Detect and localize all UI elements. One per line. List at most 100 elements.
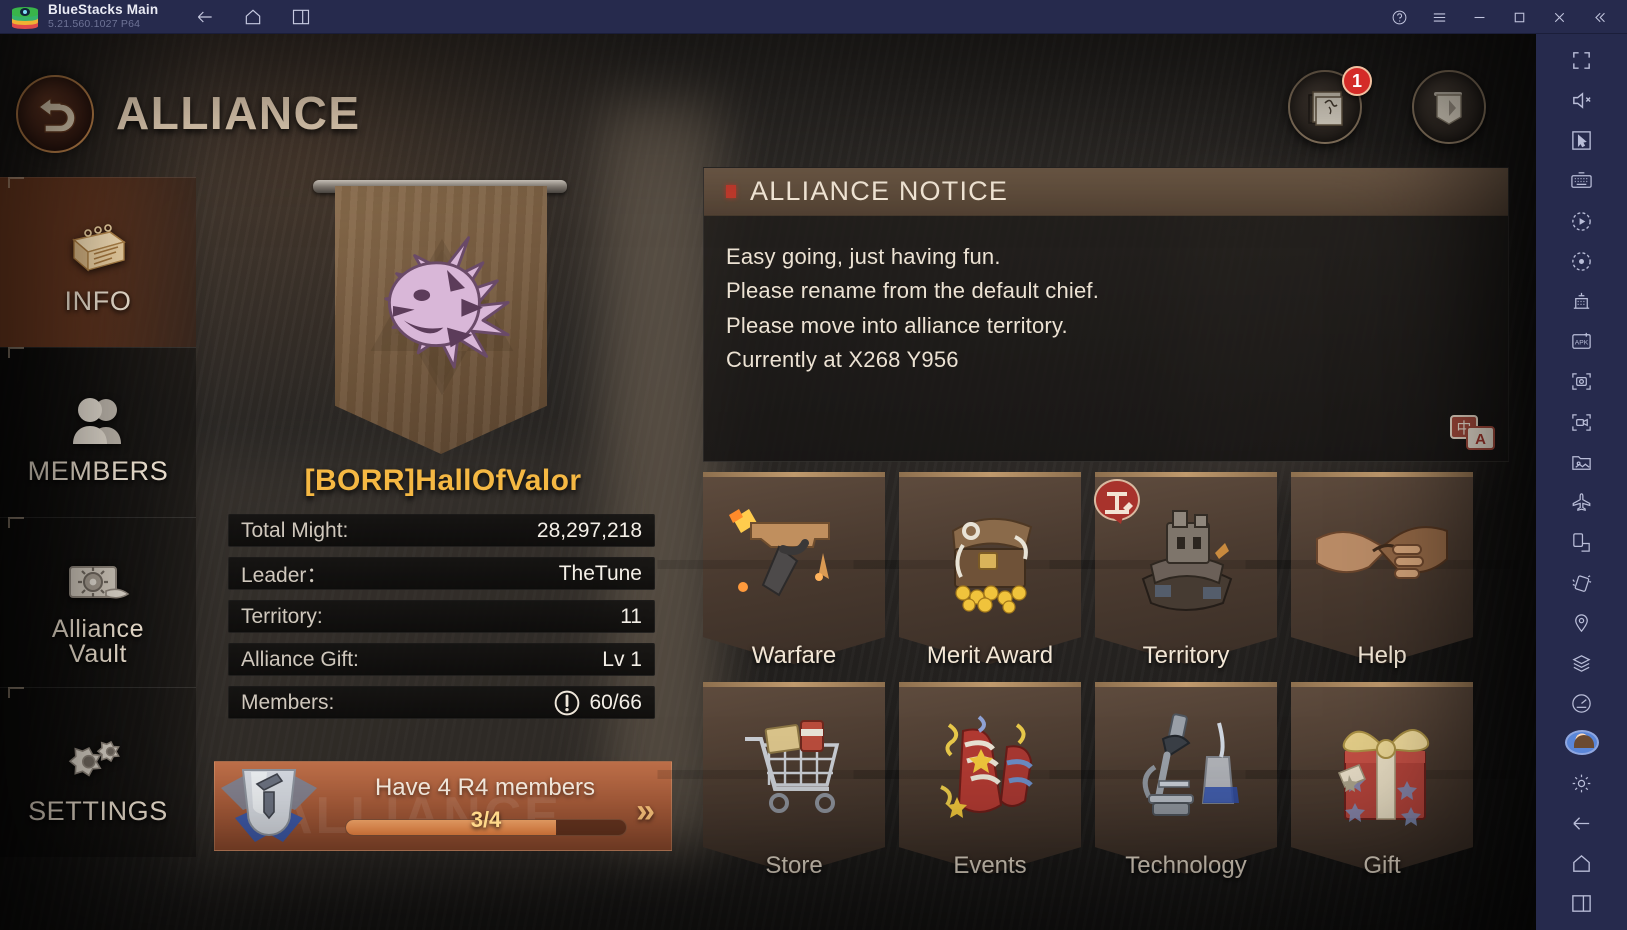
cursor-icon[interactable] <box>1562 126 1602 154</box>
warning-exclamation-icon[interactable] <box>553 689 581 717</box>
macro-record-icon[interactable] <box>1562 247 1602 275</box>
location-icon[interactable] <box>1562 609 1602 637</box>
dragon-head-emblem-icon <box>384 236 510 369</box>
alliance-name: [BORR]HallOfValor <box>304 464 582 497</box>
rotate-screen-icon[interactable] <box>1562 529 1602 557</box>
vault-icon <box>62 539 134 611</box>
multi-instance-icon[interactable] <box>290 6 312 28</box>
airplane-icon[interactable] <box>1562 489 1602 517</box>
stat-value: TheTune <box>558 561 642 585</box>
sidebar-item-label: INFO <box>64 286 132 316</box>
notice-line: Please rename from the default chief. <box>726 278 1100 304</box>
notice-line: Currently at X268 Y956 <box>726 346 959 372</box>
gears-icon <box>65 720 131 792</box>
quest-arrow-icon[interactable]: » <box>636 792 655 831</box>
letters-icon <box>1308 91 1343 126</box>
keyboard-icon[interactable] <box>1562 167 1602 195</box>
shake-icon[interactable] <box>1562 569 1602 597</box>
stat-key: Territory: <box>241 604 323 628</box>
notice-body: Easy going, just having fun. Please rena… <box>704 216 1508 377</box>
notice-line: Easy going, just having fun. <box>726 244 1001 269</box>
window-title-block: BlueStacks Main 5.21.560.1027 P64 <box>48 3 158 29</box>
sidebar-item-members[interactable]: MEMBERS <box>0 347 196 517</box>
bluestacks-window: BlueStacks Main 5.21.560.1027 P64 ALLIAN… <box>0 0 1627 930</box>
handshake-icon <box>1316 526 1448 580</box>
tile-label: Territory <box>1142 642 1230 669</box>
menu-icon[interactable] <box>1419 0 1459 34</box>
microscope-icon <box>1142 713 1239 817</box>
alliance-stats: Total Might: 28,297,218 Leader： TheTune … <box>228 514 655 729</box>
close-icon[interactable] <box>1539 0 1579 34</box>
performance-icon[interactable] <box>1562 690 1602 718</box>
multi-instance-manager-icon[interactable] <box>1562 287 1602 315</box>
bluestacks-logo-icon <box>12 4 38 30</box>
avatar[interactable] <box>1564 729 1599 756</box>
back-icon[interactable] <box>194 6 216 28</box>
fullscreen-icon[interactable] <box>1562 46 1602 74</box>
macro-play-icon[interactable] <box>1562 207 1602 235</box>
sidebar-item-label: MEMBERS <box>27 456 169 486</box>
page-title: ALLIANCE <box>116 87 361 139</box>
people-icon <box>65 380 131 452</box>
home-icon[interactable] <box>242 6 264 28</box>
tile-gift[interactable]: Gift <box>1245 682 1519 879</box>
stat-value: 60/66 <box>589 690 642 714</box>
stat-row: Total Might: 28,297,218 <box>228 514 655 547</box>
tile-label: Warfare <box>751 642 837 669</box>
tile-row-1: Warfare Merit Award Territory Help <box>657 472 1519 669</box>
sidebar: INFO MEMBERS Alliance Vault SETTINGS <box>0 177 196 930</box>
multi-instance-icon[interactable] <box>1562 890 1602 918</box>
alliance-banner <box>305 172 575 467</box>
alliance-feature-grid: Warfare Merit Award Territory Help Store… <box>657 472 1519 892</box>
titlebar-nav-group <box>194 6 312 28</box>
pistol-icon <box>729 509 830 597</box>
shopping-cart-icon <box>745 720 840 814</box>
mute-icon[interactable] <box>1562 86 1602 114</box>
home-icon[interactable] <box>1562 850 1602 878</box>
minimize-icon[interactable] <box>1459 0 1499 34</box>
translate-icon[interactable]: 中 A <box>1450 415 1496 451</box>
back-arrow-icon <box>38 97 76 133</box>
sidebar-item-settings[interactable]: SETTINGS <box>0 687 196 857</box>
quest-progress-text: 3/4 <box>470 807 502 832</box>
stat-value: 11 <box>620 604 642 628</box>
alliance-quest-banner[interactable]: Have 4 R4 members 3/4 » <box>214 761 672 851</box>
tile-help[interactable]: Help <box>1245 472 1519 669</box>
build-icon <box>1093 479 1140 524</box>
scroll-banner-icon <box>1434 92 1462 125</box>
layers-icon[interactable] <box>1562 650 1602 678</box>
screen-record-icon[interactable] <box>1562 408 1602 436</box>
treasure-chest-icon <box>951 518 1033 614</box>
quest-title: Have 4 R4 members <box>374 774 596 801</box>
stat-row: Leader： TheTune <box>228 557 655 590</box>
apk-install-icon[interactable]: APK <box>1562 328 1602 356</box>
tile-row-2: Store Events Technology Gift <box>657 682 1519 879</box>
maximize-icon[interactable] <box>1499 0 1539 34</box>
tile-label: Technology <box>1125 852 1247 879</box>
bluestacks-sidebar: APK <box>1536 34 1627 930</box>
notice-header: ALLIANCE NOTICE <box>704 168 1508 216</box>
alliance-banner-button[interactable] <box>1412 70 1486 144</box>
tile-label: Gift <box>1363 852 1401 879</box>
stat-row-members: Members: 60/66 <box>228 686 655 719</box>
sidebar-item-label-line1: Alliance <box>51 614 145 643</box>
collapse-icon[interactable] <box>1579 0 1619 34</box>
tile-label: Help <box>1357 642 1407 669</box>
sidebar-item-info[interactable]: INFO <box>0 177 196 347</box>
svg-text:A: A <box>1475 431 1486 448</box>
trophy-icon <box>221 769 317 842</box>
alliance-mail-button[interactable]: 1 <box>1288 66 1372 144</box>
window-version: 5.21.560.1027 P64 <box>48 17 141 30</box>
screenshot-icon[interactable] <box>1562 368 1602 396</box>
notice-marker-icon <box>726 185 736 198</box>
sidebar-item-alliance-vault[interactable]: Alliance Vault <box>0 517 196 687</box>
help-icon[interactable] <box>1379 0 1419 34</box>
back-button[interactable] <box>16 75 94 153</box>
stat-key: Members: <box>241 690 335 714</box>
back-icon[interactable] <box>1562 809 1602 837</box>
stat-value: Lv 1 <box>602 647 642 671</box>
gear-icon[interactable] <box>1562 769 1602 797</box>
tile-label: Merit Award <box>926 642 1054 669</box>
media-manager-icon[interactable] <box>1562 448 1602 476</box>
title-bar: BlueStacks Main 5.21.560.1027 P64 <box>0 0 1627 34</box>
